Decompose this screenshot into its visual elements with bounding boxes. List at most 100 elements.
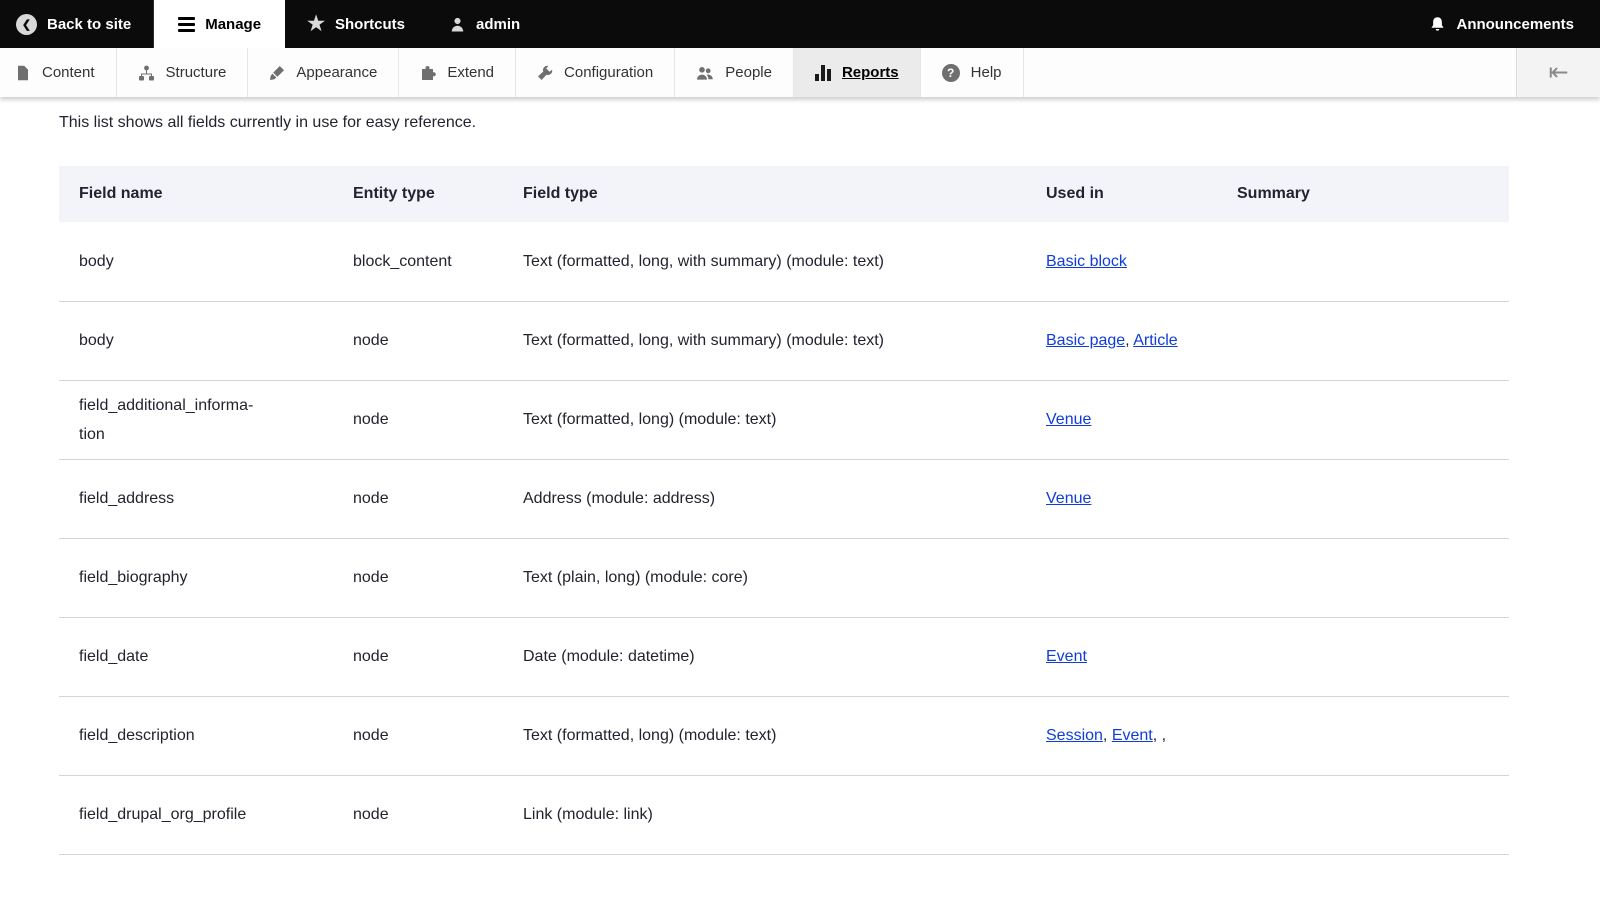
cell-entity-type: block_content bbox=[353, 222, 523, 301]
cell-used-in: Venue bbox=[1046, 459, 1237, 538]
cell-summary bbox=[1237, 617, 1509, 696]
cell-entity-type: node bbox=[353, 301, 523, 380]
collapse-left-icon: ⇤ bbox=[1548, 58, 1568, 87]
announcements-label: Announcements bbox=[1456, 16, 1574, 33]
cell-field-name: field_biography bbox=[59, 538, 353, 617]
cell-field-name: field_date bbox=[59, 617, 353, 696]
cell-entity-type: node bbox=[353, 538, 523, 617]
toolbar-collapse-button[interactable]: ⇤ bbox=[1516, 48, 1600, 97]
table-row: bodyblock_contentText (formatted, long, … bbox=[59, 222, 1509, 301]
tab-label: Extend bbox=[447, 64, 494, 81]
cell-summary bbox=[1237, 380, 1509, 459]
manage-tab[interactable]: Manage bbox=[154, 0, 285, 48]
back-to-site-label: Back to site bbox=[47, 16, 131, 33]
column-header-entity-type: Entity type bbox=[353, 166, 523, 222]
used-in-link[interactable]: Basic block bbox=[1046, 253, 1127, 270]
table-row: field_drupal_org_profilenodeLink (module… bbox=[59, 775, 1509, 854]
shortcuts-button[interactable]: ★ Shortcuts bbox=[285, 0, 427, 48]
column-header-field-type: Field type bbox=[523, 166, 1046, 222]
used-in-link[interactable]: Session bbox=[1046, 727, 1103, 744]
admin-toolbar: ❮ Back to site Manage ★ Shortcuts admin … bbox=[0, 0, 1600, 48]
user-label: admin bbox=[476, 16, 520, 33]
back-to-site-button[interactable]: ❮ Back to site bbox=[0, 0, 154, 48]
help-icon: ? bbox=[942, 64, 960, 82]
menu-bar-spacer bbox=[1024, 48, 1516, 97]
toolbar-spacer bbox=[542, 0, 1407, 48]
cell-used-in: Basic page, Article bbox=[1046, 301, 1237, 380]
used-in-link[interactable]: Event bbox=[1112, 727, 1153, 744]
used-in-link[interactable]: Venue bbox=[1046, 490, 1091, 507]
cell-field-name: field_description bbox=[59, 696, 353, 775]
main-content: This list shows all fields currently in … bbox=[0, 97, 1600, 855]
cell-field-type: Link (module: link) bbox=[523, 775, 1046, 854]
tab-people[interactable]: People bbox=[675, 48, 794, 97]
cell-field-type: Text (formatted, long) (module: text) bbox=[523, 696, 1046, 775]
tab-label: Appearance bbox=[296, 64, 377, 81]
cell-used-in: Venue bbox=[1046, 380, 1237, 459]
field-list-table: Field name Entity type Field type Used i… bbox=[59, 166, 1509, 855]
cell-field-type: Text (formatted, long, with summary) (mo… bbox=[523, 222, 1046, 301]
table-row: field_additional_informa­tionnodeText (f… bbox=[59, 380, 1509, 459]
cell-field-type: Text (formatted, long, with summary) (mo… bbox=[523, 301, 1046, 380]
cell-field-type: Address (module: address) bbox=[523, 459, 1046, 538]
cell-used-in: Event bbox=[1046, 617, 1237, 696]
table-row: field_biographynodeText (plain, long) (m… bbox=[59, 538, 1509, 617]
table-header-row: Field name Entity type Field type Used i… bbox=[59, 166, 1509, 222]
cell-entity-type: node bbox=[353, 380, 523, 459]
cell-summary bbox=[1237, 775, 1509, 854]
cell-summary bbox=[1237, 538, 1509, 617]
star-icon: ★ bbox=[307, 14, 325, 34]
table-row: field_datenodeDate (module: datetime)Eve… bbox=[59, 617, 1509, 696]
announcements-button[interactable]: Announcements bbox=[1407, 0, 1600, 48]
cell-summary bbox=[1237, 459, 1509, 538]
shortcuts-label: Shortcuts bbox=[335, 16, 405, 33]
tab-label: People bbox=[725, 64, 772, 81]
cell-field-name: field_address bbox=[59, 459, 353, 538]
file-icon bbox=[15, 65, 31, 81]
column-header-field-name: Field name bbox=[59, 166, 353, 222]
cell-field-name: field_drupal_org_profile bbox=[59, 775, 353, 854]
cell-used-in bbox=[1046, 775, 1237, 854]
cell-summary bbox=[1237, 222, 1509, 301]
admin-menu-bar: Content Structure Appearance Extend Conf… bbox=[0, 48, 1600, 97]
tab-label: Reports bbox=[842, 64, 899, 81]
cell-entity-type: node bbox=[353, 617, 523, 696]
tab-reports[interactable]: Reports bbox=[794, 48, 921, 97]
table-row: field_addressnodeAddress (module: addres… bbox=[59, 459, 1509, 538]
tab-label: Help bbox=[971, 64, 1002, 81]
cell-summary bbox=[1237, 696, 1509, 775]
used-in-link[interactable]: Basic page bbox=[1046, 332, 1125, 349]
cell-summary bbox=[1237, 301, 1509, 380]
people-icon bbox=[696, 65, 714, 81]
used-in-link[interactable]: Venue bbox=[1046, 411, 1091, 428]
field-table-body: bodyblock_contentText (formatted, long, … bbox=[59, 222, 1509, 854]
tab-content[interactable]: Content bbox=[0, 48, 117, 97]
tab-extend[interactable]: Extend bbox=[399, 48, 516, 97]
sitemap-icon bbox=[138, 65, 155, 81]
cell-field-type: Date (module: datetime) bbox=[523, 617, 1046, 696]
cell-used-in: Basic block bbox=[1046, 222, 1237, 301]
tab-appearance[interactable]: Appearance bbox=[248, 48, 399, 97]
tab-help[interactable]: ? Help bbox=[921, 48, 1024, 97]
tab-label: Structure bbox=[166, 64, 227, 81]
puzzle-icon bbox=[420, 65, 436, 81]
column-header-summary: Summary bbox=[1237, 166, 1509, 222]
back-circle-icon: ❮ bbox=[16, 14, 37, 35]
column-header-used-in: Used in bbox=[1046, 166, 1237, 222]
wrench-icon bbox=[537, 65, 553, 81]
tab-configuration[interactable]: Configuration bbox=[516, 48, 675, 97]
cell-used-in: Session, Event, , bbox=[1046, 696, 1237, 775]
brush-icon bbox=[269, 65, 285, 81]
cell-used-in bbox=[1046, 538, 1237, 617]
tab-label: Content bbox=[42, 64, 95, 81]
person-icon bbox=[449, 16, 466, 33]
cell-field-name: body bbox=[59, 222, 353, 301]
cell-entity-type: node bbox=[353, 775, 523, 854]
tab-label: Configuration bbox=[564, 64, 653, 81]
bell-icon bbox=[1429, 16, 1446, 33]
tab-structure[interactable]: Structure bbox=[117, 48, 249, 97]
user-menu[interactable]: admin bbox=[427, 0, 542, 48]
cell-field-type: Text (plain, long) (module: core) bbox=[523, 538, 1046, 617]
used-in-link[interactable]: Article bbox=[1133, 332, 1177, 349]
used-in-link[interactable]: Event bbox=[1046, 648, 1087, 665]
